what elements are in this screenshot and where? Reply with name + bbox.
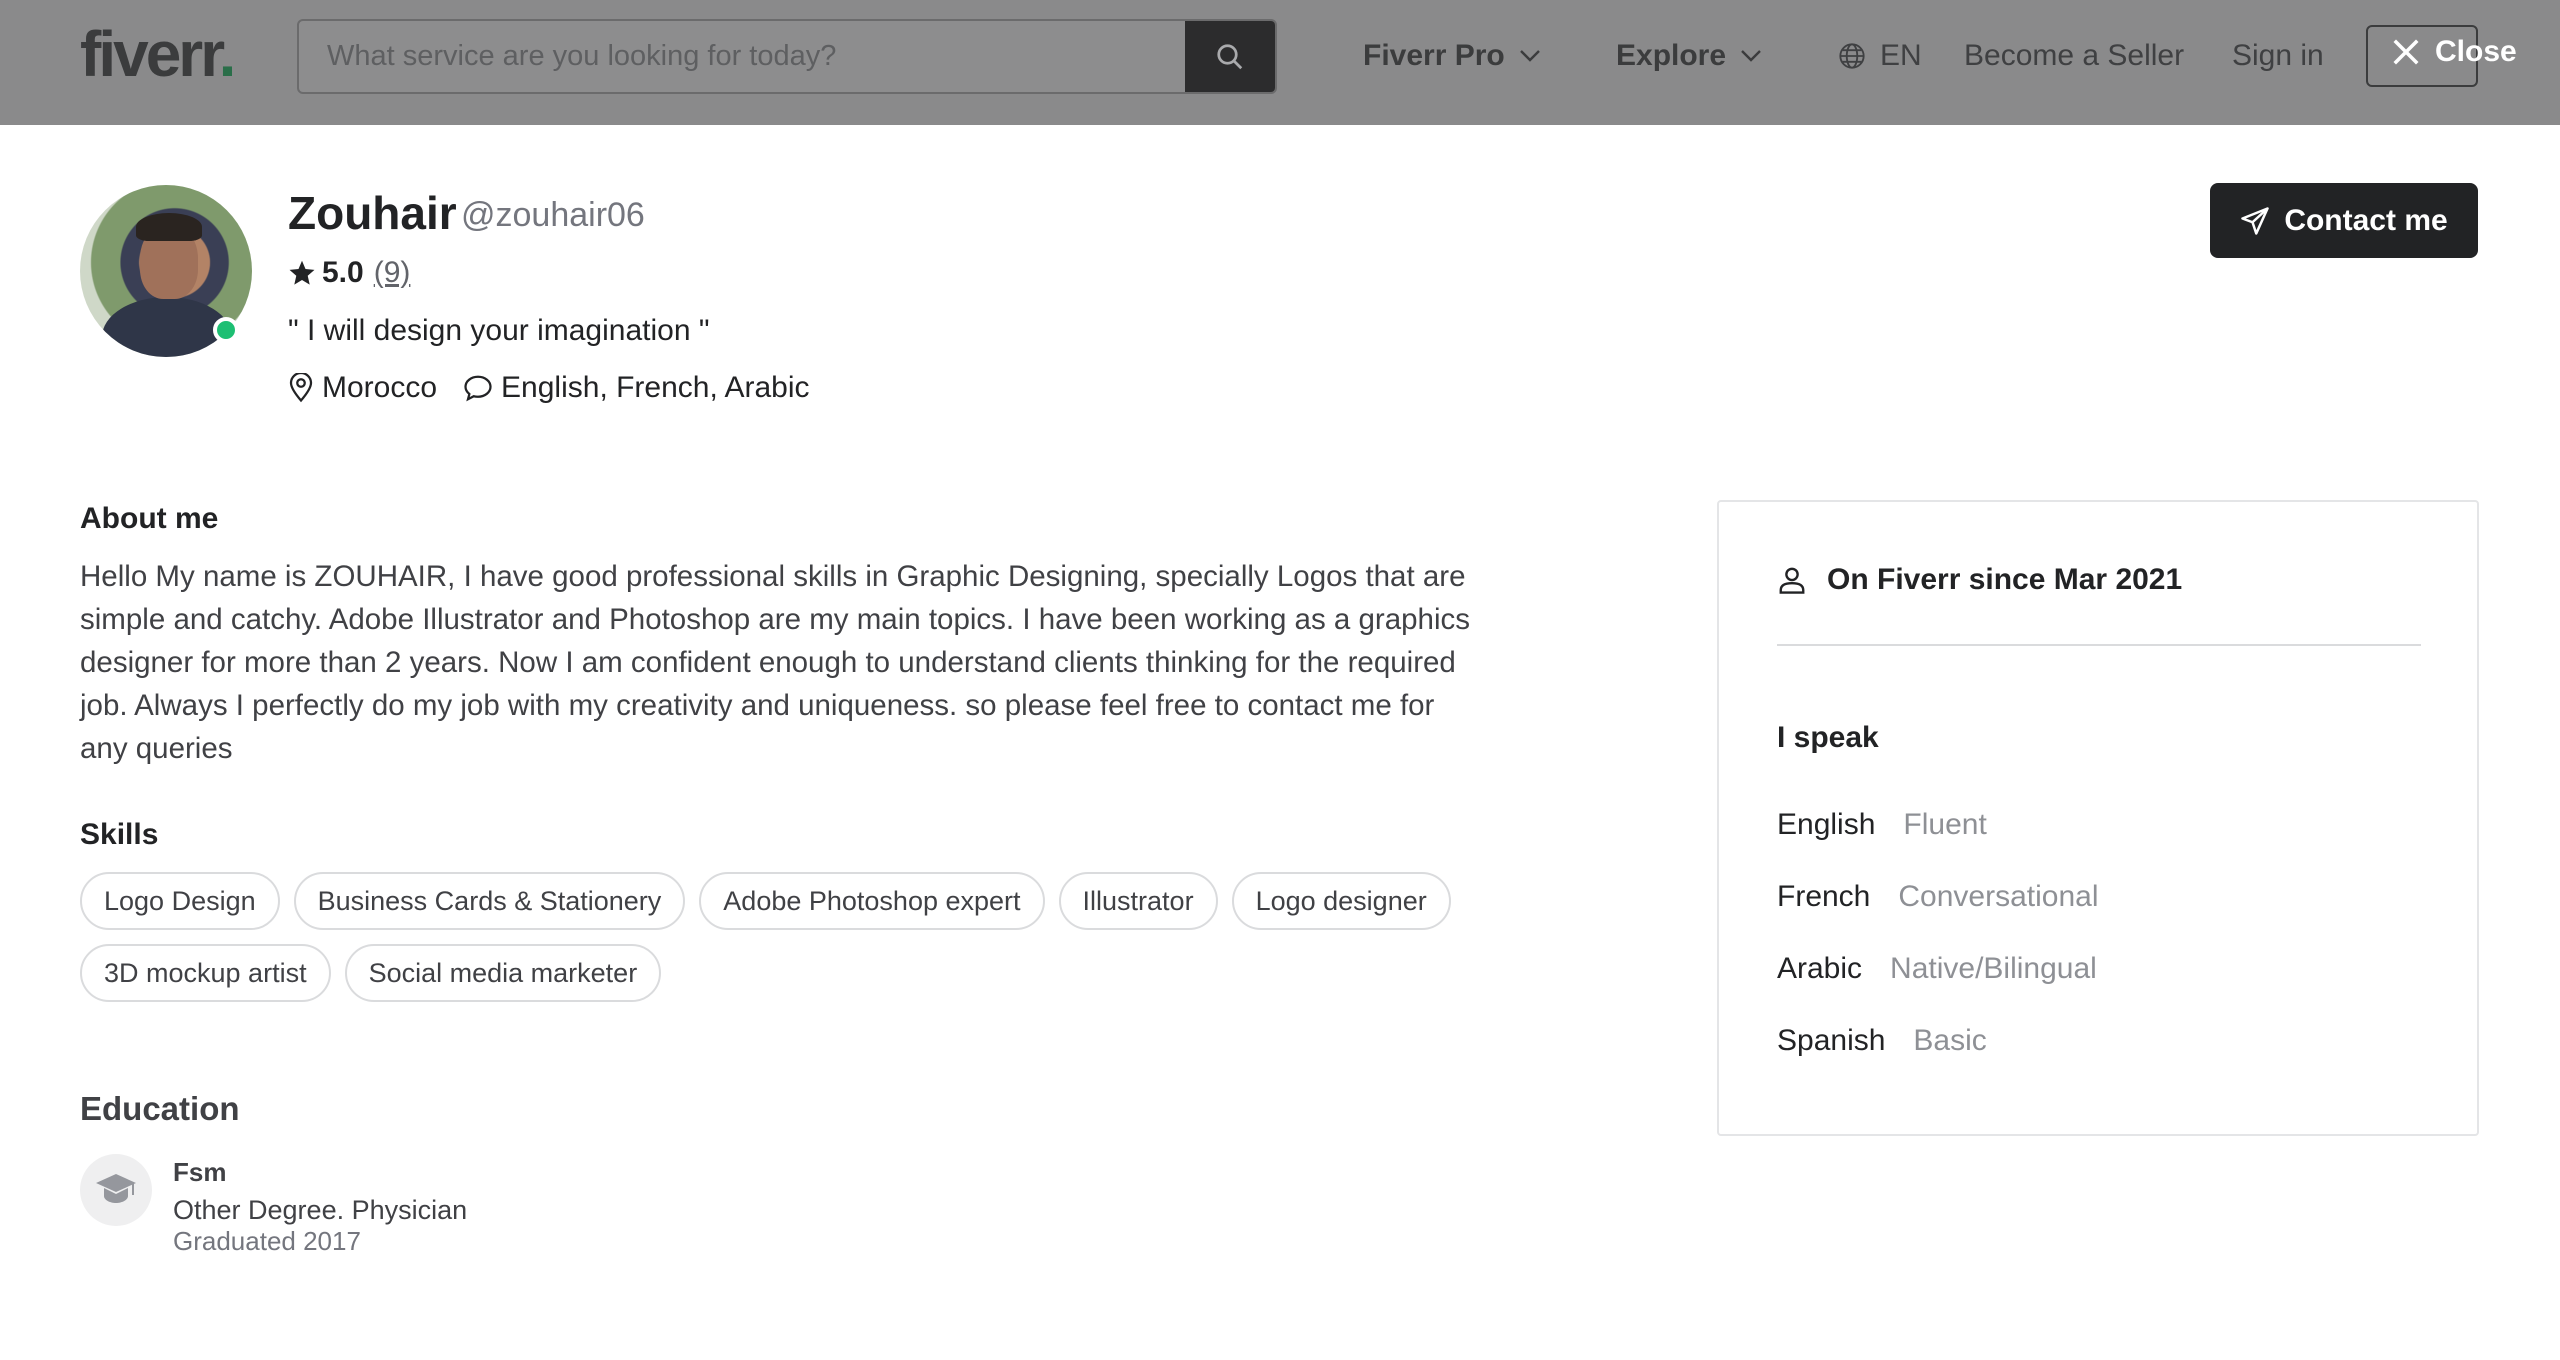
language-row: Spanish Basic: [1777, 1005, 2099, 1077]
nav-explore-label: Explore: [1616, 39, 1727, 72]
close-label: Close: [2435, 35, 2517, 68]
education-school: Fsm: [173, 1157, 227, 1187]
profile-modal: Zouhair @zouhair06 5.0 (9) " I will desi…: [0, 125, 2560, 1360]
education-degree: Other Degree. Physician: [173, 1195, 468, 1225]
skill-chip[interactable]: Logo Design: [80, 872, 280, 930]
top-header: fiverr. Fiverr Pro Explore EN Become a S…: [0, 0, 2560, 125]
seller-username: @zouhair06: [461, 196, 645, 234]
review-count-link[interactable]: (9): [374, 253, 411, 293]
language-level: Conversational: [1898, 880, 2099, 913]
language-name: Spanish: [1777, 1024, 1886, 1057]
seller-tagline: " I will design your imagination ": [288, 314, 710, 347]
online-status-indicator: [213, 317, 239, 343]
graduation-cap-icon: [96, 1174, 136, 1203]
nav-fiverr-pro[interactable]: Fiverr Pro: [1363, 36, 1541, 76]
chevron-down-icon: [1741, 50, 1761, 62]
location-pin-icon: [289, 373, 313, 403]
education-title: Education: [80, 1090, 240, 1127]
nav-become-seller[interactable]: Become a Seller: [1964, 36, 2184, 76]
search-icon: [1217, 43, 1243, 69]
nav-sign-in[interactable]: Sign in: [2232, 36, 2324, 76]
user-icon: [1779, 567, 1805, 594]
search-bar: [297, 19, 1277, 94]
language-row: English Fluent: [1777, 789, 2099, 861]
i-speak-title: I speak: [1777, 721, 1879, 754]
skill-chip[interactable]: Business Cards & Stationery: [293, 872, 686, 930]
search-button[interactable]: [1185, 21, 1275, 92]
member-since-text: On Fiverr since Mar 2021: [1827, 563, 2183, 596]
seller-info-card: On Fiverr since Mar 2021 I speak English…: [1717, 500, 2479, 1136]
close-button[interactable]: Close: [2391, 28, 2517, 76]
contact-me-button[interactable]: Contact me: [2210, 183, 2478, 258]
send-icon: [2241, 206, 2270, 235]
chevron-down-icon: [1519, 50, 1540, 62]
skills-title: Skills: [80, 818, 159, 851]
skills-list: Logo Design Business Cards & Stationery …: [80, 872, 1500, 1002]
nav-explore[interactable]: Explore: [1616, 36, 1762, 76]
nav-language-label: EN: [1880, 39, 1922, 72]
language-name: French: [1777, 880, 1871, 913]
language-row: French Conversational: [1777, 861, 2099, 933]
nav-language[interactable]: EN: [1838, 36, 1922, 76]
fiverr-logo[interactable]: fiverr.: [80, 22, 236, 86]
language-name: English: [1777, 808, 1876, 841]
language-name: Arabic: [1777, 952, 1863, 985]
close-icon: [2393, 39, 2419, 65]
about-text: Hello My name is ZOUHAIR, I have good pr…: [80, 560, 1471, 765]
rating-score: 5.0: [322, 256, 364, 289]
search-input[interactable]: [299, 21, 1189, 92]
language-list: English Fluent French Conversational Ara…: [1777, 789, 2099, 1077]
education-graduated: Graduated 2017: [173, 1226, 361, 1256]
member-since: On Fiverr since Mar 2021: [1777, 560, 2182, 600]
education-badge: [80, 1154, 152, 1226]
skill-chip[interactable]: Adobe Photoshop expert: [699, 872, 1045, 930]
language-row: Arabic Native/Bilingual: [1777, 933, 2099, 1005]
seller-name: Zouhair: [288, 187, 457, 239]
languages-summary: English, French, Arabic: [463, 368, 810, 408]
skill-chip[interactable]: 3D mockup artist: [80, 944, 331, 1002]
seller-meta: Morocco English, French, Arabic: [288, 368, 836, 408]
skill-chip[interactable]: Logo designer: [1231, 872, 1451, 930]
language-level: Native/Bilingual: [1890, 952, 2097, 985]
location: Morocco: [288, 368, 437, 408]
chat-bubble-icon: [464, 375, 492, 402]
skill-chip[interactable]: Illustrator: [1058, 872, 1218, 930]
about-title: About me: [80, 502, 219, 535]
rating: 5.0 (9): [288, 253, 410, 293]
globe-icon: [1839, 43, 1865, 69]
language-level: Basic: [1913, 1024, 1987, 1057]
language-level: Fluent: [1903, 808, 1987, 841]
contact-me-label: Contact me: [2284, 203, 2448, 237]
languages-summary-text: English, French, Arabic: [501, 371, 810, 404]
nav-fiverr-pro-label: Fiverr Pro: [1363, 39, 1505, 72]
star-icon: [289, 260, 315, 285]
card-divider: [1777, 644, 2421, 646]
location-text: Morocco: [322, 371, 438, 404]
skill-chip[interactable]: Social media marketer: [344, 944, 662, 1002]
